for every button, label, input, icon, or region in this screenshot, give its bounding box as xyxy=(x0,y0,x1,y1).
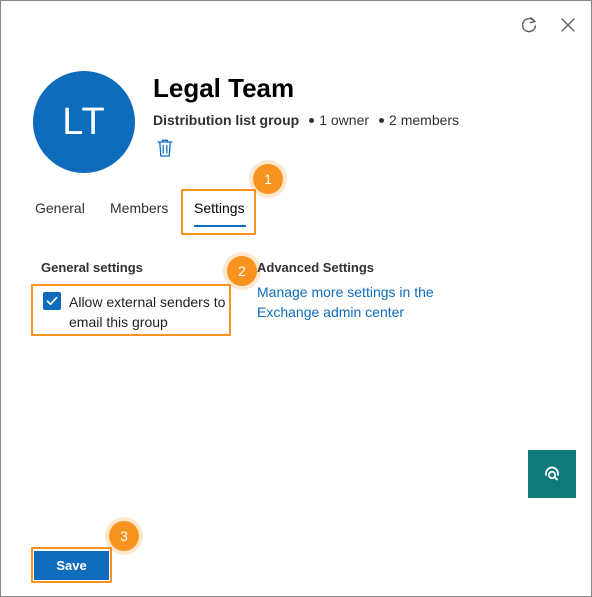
help-support-button[interactable] xyxy=(528,450,576,498)
group-details-panel: LT Legal Team Distribution list group 1 … xyxy=(0,0,592,597)
separator-dot xyxy=(309,117,315,123)
group-summary: Distribution list group 1 owner 2 member… xyxy=(153,112,459,128)
close-button[interactable] xyxy=(556,13,580,37)
save-button[interactable]: Save xyxy=(34,551,109,580)
advanced-settings-heading: Advanced Settings xyxy=(257,260,375,275)
allow-external-senders-checkbox[interactable] xyxy=(43,292,61,310)
checkmark-icon xyxy=(46,296,58,306)
allow-external-senders-label: Allow external senders to email this gro… xyxy=(69,294,226,330)
close-icon xyxy=(561,18,575,32)
group-avatar: LT xyxy=(33,71,135,173)
refresh-button[interactable] xyxy=(517,13,541,37)
callout-badge-2: 2 xyxy=(227,256,257,286)
tab-members[interactable]: Members xyxy=(110,200,168,216)
settings-tab-highlight xyxy=(181,189,256,235)
tab-general[interactable]: General xyxy=(35,200,85,216)
general-settings-heading: General settings xyxy=(41,260,143,275)
member-count: 2 members xyxy=(389,112,460,128)
callout-badge-1: 1 xyxy=(253,164,283,194)
headset-icon xyxy=(545,466,559,481)
delete-group-button[interactable] xyxy=(156,138,174,158)
owner-count: 1 owner xyxy=(319,112,370,128)
callout-badge-3: 3 xyxy=(109,521,139,551)
exchange-admin-center-link[interactable]: Manage more settings in the Exchange adm… xyxy=(257,282,447,322)
separator-dot xyxy=(379,117,385,123)
refresh-icon xyxy=(521,17,537,33)
trash-icon xyxy=(157,139,173,157)
group-type: Distribution list group xyxy=(153,112,300,128)
group-name: Legal Team xyxy=(153,73,295,103)
